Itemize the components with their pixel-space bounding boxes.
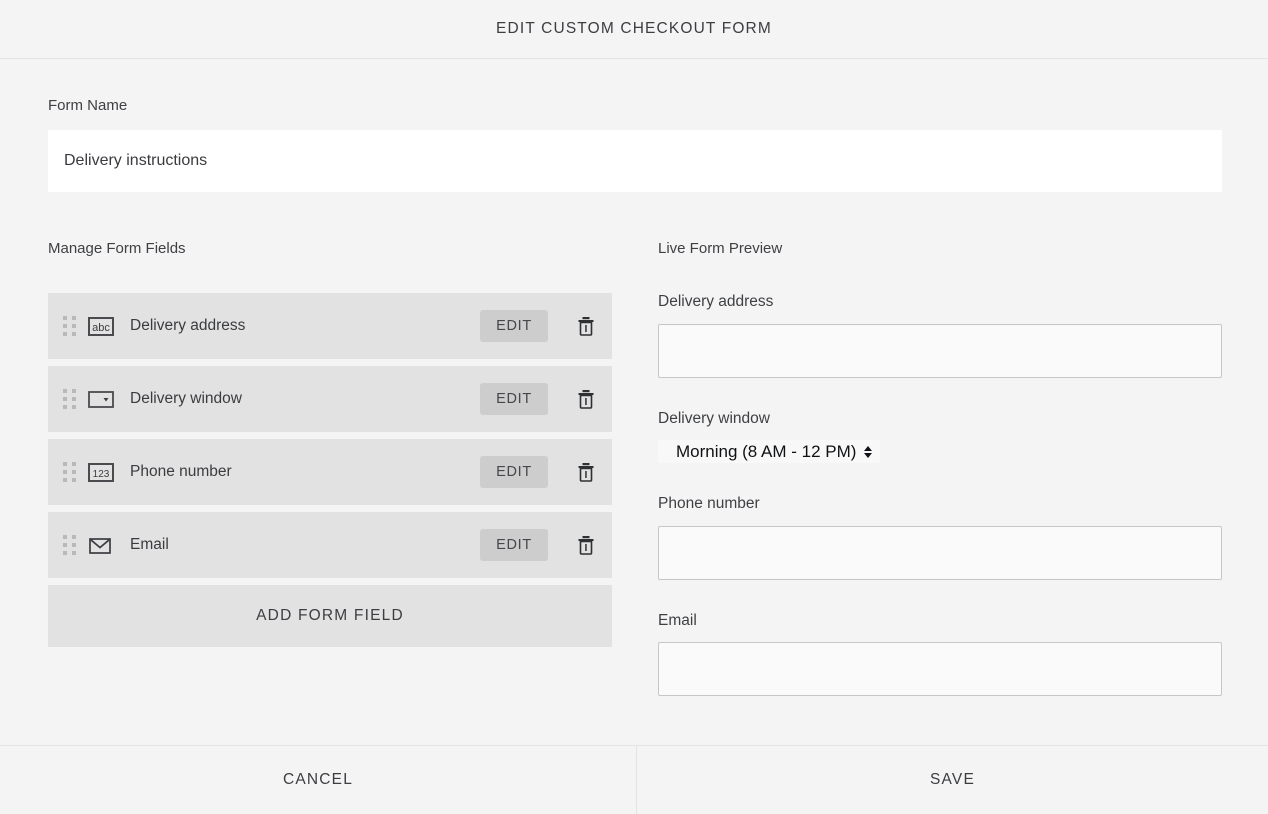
preview-field-delivery-address: Delivery address [658,293,1222,378]
dialog-footer: CANCEL SAVE [0,745,1268,814]
preview-field-label: Delivery window [658,410,1222,429]
form-name-label: Form Name [48,97,1222,115]
dropdown-field-icon [88,390,114,409]
field-name: Email [130,536,480,554]
trash-icon[interactable] [574,459,598,485]
preview-field-label: Email [658,612,1222,631]
edit-button[interactable]: EDIT [480,529,548,561]
text-field-icon: abc [88,317,114,336]
form-field-list: abc Delivery address EDIT [48,293,612,578]
preview-field-label: Phone number [658,495,1222,514]
email-field-icon [88,536,114,555]
cancel-button[interactable]: CANCEL [0,746,637,814]
preview-field-delivery-window: Delivery window Morning (8 AM - 12 PM) [658,410,1222,464]
form-name-section: Form Name [0,59,1268,192]
table-row[interactable]: abc Delivery address EDIT [48,293,612,359]
drag-handle-icon[interactable] [58,459,80,485]
preview-field-label: Delivery address [658,293,1222,312]
dialog-body: Form Name Manage Form Fields [0,59,1268,745]
drag-handle-icon[interactable] [58,532,80,558]
add-form-field-button[interactable]: ADD FORM FIELD [48,585,612,647]
form-name-input[interactable] [48,130,1222,192]
delivery-window-select-wrap[interactable]: Morning (8 AM - 12 PM) [658,440,880,463]
trash-icon[interactable] [574,313,598,339]
table-row[interactable]: 123 Phone number EDIT [48,439,612,505]
live-form-preview-panel: Live Form Preview Delivery address Deliv… [658,240,1222,728]
drag-handle-icon[interactable] [58,386,80,412]
field-name: Delivery window [130,390,480,408]
delivery-address-input[interactable] [658,324,1222,378]
email-input[interactable] [658,642,1222,696]
trash-icon[interactable] [574,532,598,558]
field-name: Phone number [130,463,480,481]
phone-number-input[interactable] [658,526,1222,580]
edit-button[interactable]: EDIT [480,456,548,488]
select-stepper-icon [864,446,872,458]
page-title: EDIT CUSTOM CHECKOUT FORM [496,20,772,38]
number-field-icon: 123 [88,463,114,482]
edit-button[interactable]: EDIT [480,310,548,342]
manage-form-fields-title: Manage Form Fields [48,240,612,257]
table-row[interactable]: Email EDIT [48,512,612,578]
live-form-preview-title: Live Form Preview [658,240,1222,257]
svg-text:abc: abc [92,322,110,334]
edit-button[interactable]: EDIT [480,383,548,415]
edit-custom-checkout-form-dialog: EDIT CUSTOM CHECKOUT FORM Form Name Mana… [0,0,1268,814]
delivery-window-select[interactable]: Morning (8 AM - 12 PM) [666,440,862,463]
field-name: Delivery address [130,317,480,335]
drag-handle-icon[interactable] [58,313,80,339]
preview-field-email: Email [658,612,1222,697]
table-row[interactable]: Delivery window EDIT [48,366,612,432]
svg-text:123: 123 [93,469,110,480]
manage-form-fields-panel: Manage Form Fields abc De [48,240,612,728]
preview-field-phone-number: Phone number [658,495,1222,580]
trash-icon[interactable] [574,386,598,412]
columns: Manage Form Fields abc De [0,192,1268,728]
dialog-header: EDIT CUSTOM CHECKOUT FORM [0,0,1268,59]
save-button[interactable]: SAVE [637,746,1268,814]
